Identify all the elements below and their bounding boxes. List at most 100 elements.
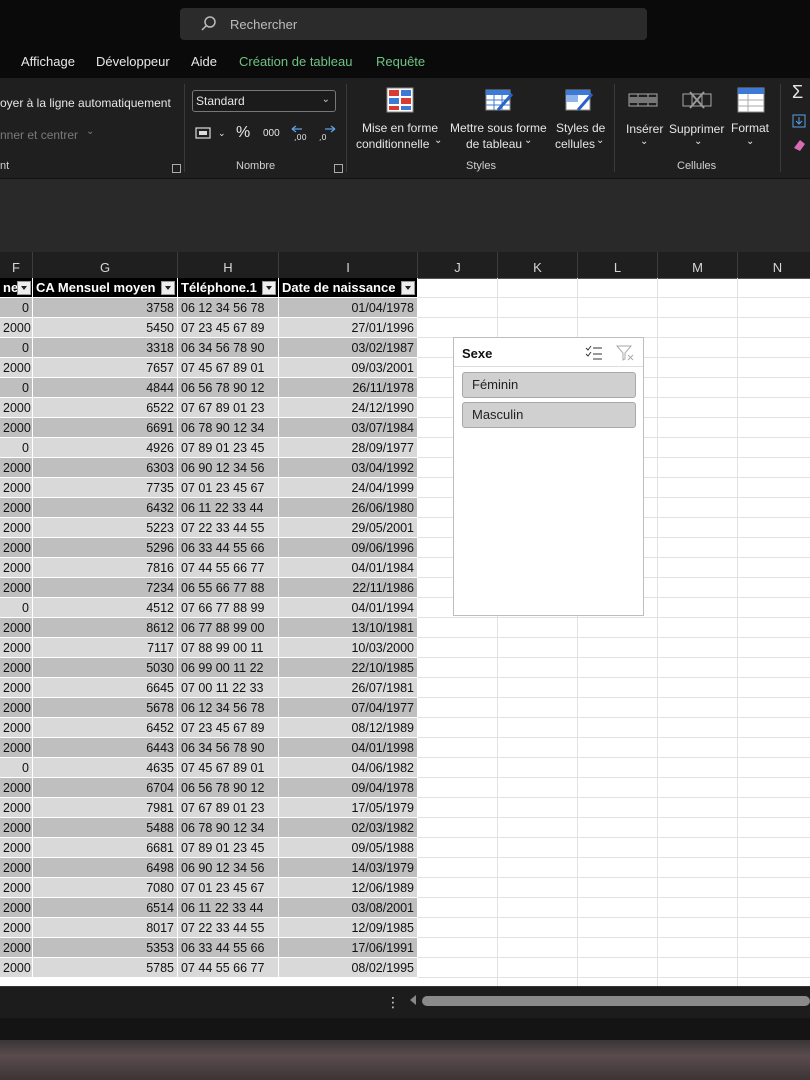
column-header-f[interactable]: F: [0, 252, 33, 278]
table-cell[interactable]: 7117: [33, 638, 178, 658]
table-header-cell[interactable]: CA Mensuel moyen: [33, 278, 178, 298]
table-cell[interactable]: 03/08/2001: [279, 898, 418, 918]
table-cell[interactable]: 09/05/1988: [279, 838, 418, 858]
format-as-table-label-1[interactable]: Mettre sous forme: [450, 121, 547, 135]
table-cell[interactable]: 07 66 77 88 99: [178, 598, 279, 618]
table-cell[interactable]: 06 99 00 11 22: [178, 658, 279, 678]
insert-cells-icon[interactable]: [628, 88, 658, 116]
table-cell[interactable]: 07 45 67 89 01: [178, 758, 279, 778]
table-cell[interactable]: 2000: [0, 958, 33, 978]
table-cell[interactable]: 7234: [33, 578, 178, 598]
table-cell[interactable]: 3758: [33, 298, 178, 318]
menu-developpeur[interactable]: Développeur: [96, 54, 170, 69]
table-cell[interactable]: 2000: [0, 878, 33, 898]
table-cell[interactable]: 04/01/1984: [279, 558, 418, 578]
autosum-icon[interactable]: Σ: [792, 82, 803, 103]
table-cell[interactable]: 26/11/1978: [279, 378, 418, 398]
multi-select-icon[interactable]: [584, 344, 604, 362]
table-cell[interactable]: 6303: [33, 458, 178, 478]
filter-dropdown-icon[interactable]: [161, 281, 175, 295]
menu-requete[interactable]: Requête: [376, 54, 425, 69]
table-cell[interactable]: 06 33 44 55 66: [178, 538, 279, 558]
table-cell[interactable]: 5785: [33, 958, 178, 978]
table-cell[interactable]: 6432: [33, 498, 178, 518]
table-cell[interactable]: 07 88 99 00 11: [178, 638, 279, 658]
table-cell[interactable]: 5450: [33, 318, 178, 338]
decrease-decimal-icon[interactable]: ,0: [317, 124, 337, 142]
filter-dropdown-icon[interactable]: [262, 281, 276, 295]
table-cell[interactable]: 2000: [0, 318, 33, 338]
table-cell[interactable]: 0: [0, 438, 33, 458]
worksheet-grid[interactable]: F G H I J K L M N ne CA Mensuel moyen Té…: [0, 252, 810, 986]
table-cell[interactable]: 5678: [33, 698, 178, 718]
thousands-separator-button[interactable]: 000: [263, 128, 280, 139]
table-cell[interactable]: 07 22 33 44 55: [178, 518, 279, 538]
clear-filter-icon[interactable]: [615, 344, 636, 362]
number-format-select[interactable]: Standard ⌄: [192, 90, 336, 112]
table-cell[interactable]: 06 12 34 56 78: [178, 698, 279, 718]
table-cell[interactable]: 6645: [33, 678, 178, 698]
table-cell[interactable]: 03/04/1992: [279, 458, 418, 478]
accounting-format-icon[interactable]: [195, 126, 213, 140]
table-cell[interactable]: 2000: [0, 658, 33, 678]
clear-icon[interactable]: [792, 138, 806, 152]
table-cell[interactable]: 6691: [33, 418, 178, 438]
conditional-formatting-label-2[interactable]: conditionnelle: [356, 137, 429, 151]
table-cell[interactable]: 08/02/1995: [279, 958, 418, 978]
table-cell[interactable]: 2000: [0, 558, 33, 578]
table-cell[interactable]: 06 56 78 90 12: [178, 778, 279, 798]
table-cell[interactable]: 5296: [33, 538, 178, 558]
table-cell[interactable]: 07 00 11 22 33: [178, 678, 279, 698]
merge-dropdown-icon[interactable]: ⌄: [86, 126, 94, 137]
more-options-icon[interactable]: ⋮: [386, 994, 400, 1011]
table-cell[interactable]: 2000: [0, 918, 33, 938]
table-cell[interactable]: 2000: [0, 418, 33, 438]
table-cell[interactable]: 4844: [33, 378, 178, 398]
table-cell[interactable]: 06 77 88 99 00: [178, 618, 279, 638]
table-cell[interactable]: 07 44 55 66 77: [178, 958, 279, 978]
table-cell[interactable]: 27/01/1996: [279, 318, 418, 338]
table-cell[interactable]: 10/03/2000: [279, 638, 418, 658]
insert-cells-label[interactable]: Insérer: [626, 122, 663, 136]
table-cell[interactable]: 2000: [0, 518, 33, 538]
accounting-dropdown-icon[interactable]: ⌄: [218, 128, 226, 139]
table-cell[interactable]: 2000: [0, 478, 33, 498]
table-cell[interactable]: 0: [0, 758, 33, 778]
table-cell[interactable]: 07 67 89 01 23: [178, 398, 279, 418]
slicer-item-masculin[interactable]: Masculin: [462, 402, 636, 428]
table-cell[interactable]: 12/06/1989: [279, 878, 418, 898]
table-cell[interactable]: 07 44 55 66 77: [178, 558, 279, 578]
table-cell[interactable]: 8612: [33, 618, 178, 638]
table-cell[interactable]: 07 23 45 67 89: [178, 318, 279, 338]
slicer-sexe[interactable]: Sexe Féminin Masculin: [453, 337, 644, 616]
table-cell[interactable]: 17/05/1979: [279, 798, 418, 818]
table-cell[interactable]: 7735: [33, 478, 178, 498]
delete-cells-label[interactable]: Supprimer: [669, 122, 724, 136]
table-cell[interactable]: 14/03/1979: [279, 858, 418, 878]
table-cell[interactable]: 03/02/1987: [279, 338, 418, 358]
table-header-cell[interactable]: ne: [0, 278, 33, 298]
table-cell[interactable]: 2000: [0, 898, 33, 918]
table-cell[interactable]: 2000: [0, 578, 33, 598]
table-cell[interactable]: 2000: [0, 718, 33, 738]
table-cell[interactable]: 0: [0, 338, 33, 358]
table-cell[interactable]: 17/06/1991: [279, 938, 418, 958]
table-cell[interactable]: 09/06/1996: [279, 538, 418, 558]
table-cell[interactable]: 06 90 12 34 56: [178, 458, 279, 478]
column-header-i[interactable]: I: [279, 252, 418, 278]
table-cell[interactable]: 01/04/1978: [279, 298, 418, 318]
number-launcher-icon[interactable]: [334, 164, 343, 173]
table-cell[interactable]: 24/04/1999: [279, 478, 418, 498]
cell-styles-icon[interactable]: [564, 86, 594, 114]
column-header-k[interactable]: K: [498, 252, 578, 278]
table-cell[interactable]: 24/12/1990: [279, 398, 418, 418]
percent-style-button[interactable]: %: [236, 124, 250, 142]
delete-cells-icon[interactable]: [682, 88, 712, 116]
menu-affichage[interactable]: Affichage: [21, 54, 75, 69]
table-cell[interactable]: 2000: [0, 838, 33, 858]
table-cell[interactable]: 0: [0, 598, 33, 618]
column-header-h[interactable]: H: [178, 252, 279, 278]
table-cell[interactable]: 6443: [33, 738, 178, 758]
table-cell[interactable]: 2000: [0, 938, 33, 958]
table-cell[interactable]: 07 89 01 23 45: [178, 838, 279, 858]
